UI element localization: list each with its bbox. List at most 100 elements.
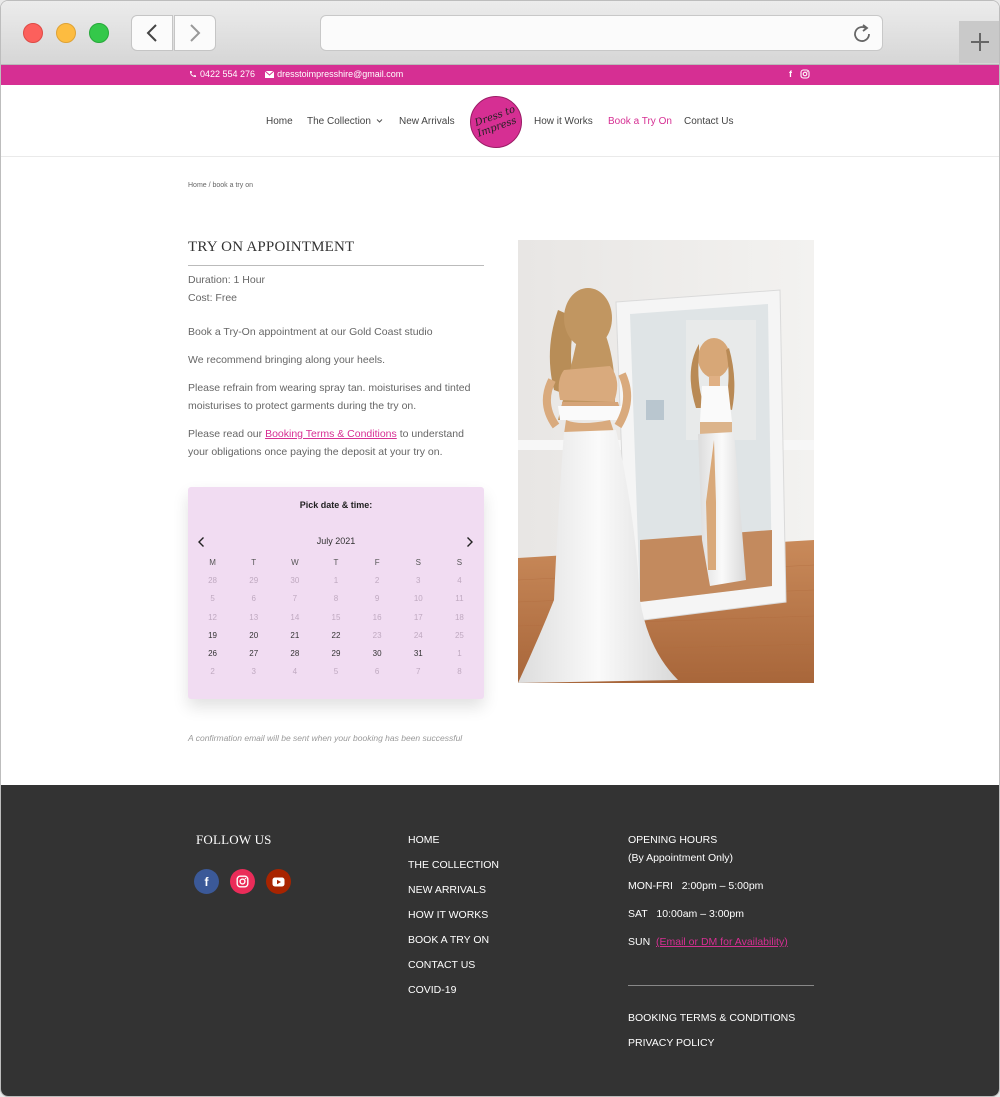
calendar-weekday: F (374, 558, 380, 567)
hours-sat-day: SAT (628, 908, 648, 920)
back-button[interactable] (131, 15, 173, 51)
footer-menu-new-arrivals[interactable]: NEW ARRIVALS (408, 884, 499, 909)
phone-number: 0422 554 276 (200, 69, 256, 79)
footer-booking-terms-link[interactable]: BOOKING TERMS & CONDITIONS (628, 1012, 795, 1024)
calendar-day-disabled: 24 (413, 630, 423, 640)
calendar-day-disabled: 25 (454, 630, 464, 640)
calendar-day-available[interactable]: 20 (233, 627, 274, 645)
calendar-day-disabled: 13 (249, 612, 259, 622)
calendar-day-disabled: 1 (333, 576, 339, 586)
facebook-icon[interactable]: f (789, 69, 792, 79)
confirmation-note: A confirmation email will be sent when y… (188, 733, 463, 743)
footer-facebook-icon[interactable]: f (194, 869, 219, 894)
calendar-day-disabled: 17 (413, 612, 423, 622)
footer-menu-covid[interactable]: COVID-19 (408, 984, 499, 1009)
footer-divider (628, 985, 814, 986)
nav-the-collection[interactable]: The Collection (307, 116, 383, 127)
dress-photo-illustration (518, 240, 814, 683)
minimize-window-button[interactable] (56, 23, 76, 43)
top-contact-bar: 0422 554 276 dresstoimpresshire@gmail.co… (1, 65, 999, 85)
calendar-day-available[interactable]: 31 (398, 645, 439, 663)
calendar-weekday: M (209, 558, 216, 567)
email-link[interactable]: dresstoimpresshire@gmail.com (265, 69, 403, 79)
calendar-day-disabled: 9 (374, 594, 380, 604)
calendar-day-disabled: 6 (251, 594, 256, 604)
duration-text: Duration: 1 Hour (188, 274, 266, 286)
forward-button[interactable] (174, 15, 216, 51)
calendar-day-available[interactable]: 28 (274, 645, 315, 663)
calendar-weekday: T (251, 558, 257, 567)
calendar-day-disabled: 7 (292, 594, 298, 604)
close-window-button[interactable] (23, 23, 43, 43)
calendar-grid: M T W T F S S 28 29 30 1 2 3 4 5 6 7 8 9 10 11 12 13 14 15 16 17 18… (192, 554, 480, 681)
calendar-day-available[interactable]: 19 (192, 627, 233, 645)
nav-home[interactable]: Home (266, 116, 293, 127)
footer-menu-home[interactable]: HOME (408, 834, 499, 859)
opening-hours-note: (By Appointment Only) (628, 852, 734, 864)
calendar-day-available[interactable]: 21 (274, 627, 315, 645)
calendar-day-disabled: 18 (454, 612, 464, 622)
footer-menu-collection[interactable]: THE COLLECTION (408, 859, 499, 884)
new-tab-button[interactable] (959, 21, 999, 63)
phone-link[interactable]: 0422 554 276 (189, 69, 255, 79)
nav-book-a-try-on[interactable]: Book a Try On (608, 116, 672, 127)
calendar-weekday: W (291, 558, 299, 567)
hours-sun-day: SUN (628, 936, 651, 948)
dress-photo (518, 240, 814, 683)
chevron-right-icon[interactable] (465, 536, 474, 548)
site-footer: FOLLOW US f HOME THE COLLECTION NEW ARRI… (1, 785, 999, 1096)
breadcrumb[interactable]: Home / book a try on (188, 182, 253, 189)
footer-instagram-icon[interactable] (230, 869, 255, 894)
site-logo[interactable]: Dress to Impress (470, 96, 522, 148)
calendar-day-disabled: 10 (413, 594, 423, 604)
footer-menu-contact-us[interactable]: CONTACT US (408, 959, 499, 984)
calendar-day-disabled: 11 (455, 594, 464, 604)
email-icon (265, 70, 275, 78)
new-tab-plus-icon (971, 33, 989, 51)
chevron-down-icon (376, 119, 383, 123)
nav-the-collection-label: The Collection (307, 116, 371, 127)
instagram-icon (236, 875, 249, 888)
calendar-day-disabled: 4 (457, 576, 462, 586)
calendar-day-disabled: 7 (416, 667, 421, 677)
nav-how-it-works[interactable]: How it Works (534, 116, 593, 127)
calendar-day-disabled: 3 (416, 576, 421, 586)
sun-availability-link[interactable]: (Email or DM for Availability) (656, 936, 788, 948)
hours-sun: SUN (Email or DM for Availability) (628, 936, 788, 948)
calendar-day-available[interactable]: 26 (192, 645, 233, 663)
nav-new-arrivals[interactable]: New Arrivals (399, 116, 455, 127)
footer-menu-how-it-works[interactable]: HOW IT WORKS (408, 909, 499, 934)
instagram-icon[interactable] (800, 69, 810, 79)
calendar-day-disabled: 14 (290, 612, 300, 622)
calendar-day-disabled: 8 (457, 667, 462, 677)
calendar-day-disabled: 30 (290, 576, 300, 586)
address-bar[interactable] (320, 15, 883, 51)
footer-menu: HOME THE COLLECTION NEW ARRIVALS HOW IT … (408, 834, 499, 1009)
calendar-day-disabled: 23 (372, 630, 382, 640)
heels-paragraph: We recommend bringing along your heels. (188, 354, 386, 366)
footer-youtube-icon[interactable] (266, 869, 291, 894)
calendar-day-disabled: 12 (208, 612, 218, 622)
calendar-day-disabled: 5 (333, 667, 339, 677)
footer-menu-book-try-on[interactable]: BOOK A TRY ON (408, 934, 499, 959)
browser-toolbar (1, 1, 999, 65)
calendar-day-available[interactable]: 29 (315, 645, 356, 663)
calendar-weekday: S (456, 558, 463, 567)
opening-hours-title: OPENING HOURS (628, 834, 718, 846)
calendar-day-disabled: 28 (208, 576, 218, 586)
zoom-window-button[interactable] (89, 23, 109, 43)
calendar-day-available[interactable]: 30 (357, 645, 398, 663)
calendar-day-disabled: 5 (210, 594, 215, 604)
calendar-day-disabled: 1 (457, 648, 462, 658)
nav-contact-us[interactable]: Contact Us (684, 116, 733, 127)
footer-privacy-policy-link[interactable]: PRIVACY POLICY (628, 1037, 715, 1049)
booking-terms-link[interactable]: Booking Terms & Conditions (265, 428, 397, 440)
follow-us-heading: FOLLOW US (196, 832, 272, 847)
calendar-day-available[interactable]: 27 (233, 645, 274, 663)
calendar-day-disabled: 2 (374, 576, 380, 586)
calendar-day-available[interactable]: 22 (315, 627, 356, 645)
hours-mon-fri-day: MON-FRI (628, 880, 673, 892)
forward-arrow-icon (190, 24, 201, 42)
phone-icon (190, 71, 196, 77)
reload-icon[interactable] (850, 22, 874, 46)
